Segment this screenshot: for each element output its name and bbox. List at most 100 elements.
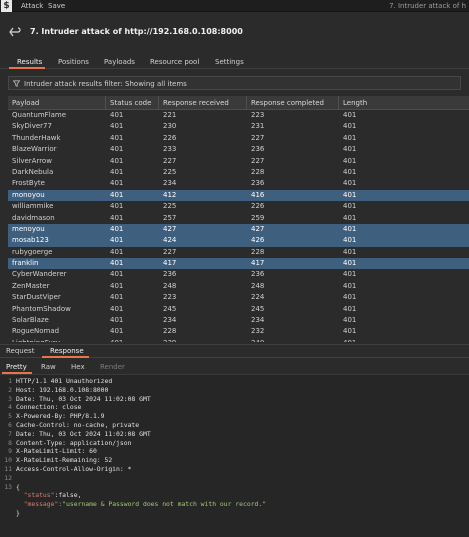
table-row[interactable]: CyberWanderer 401 236 236 401: [8, 269, 469, 280]
cell-payload: franklin: [12, 259, 39, 268]
tab-raw[interactable]: Raw: [41, 363, 56, 371]
table-row[interactable]: ThunderHawk 401 226 227 401: [8, 133, 469, 144]
request-response-tabs: Request Response: [0, 344, 469, 358]
cell-payload: ThunderHawk: [12, 133, 61, 142]
cell-payload: ZenMaster: [12, 281, 50, 290]
cell-response-completed: 228: [251, 167, 265, 176]
tab-payloads[interactable]: Payloads: [104, 58, 135, 66]
cell-status-code: 401: [110, 145, 124, 154]
code-value: application/json: [69, 438, 132, 447]
back-arrow-icon[interactable]: [9, 26, 21, 38]
tab-response[interactable]: Response: [50, 347, 84, 355]
table-row[interactable]: SkyDiver77 401 230 231 401: [8, 121, 469, 132]
code-line: Content-Type: application/json: [16, 439, 469, 448]
code-key: Date:: [16, 394, 40, 403]
column-header-response-completed[interactable]: Response completed: [247, 96, 339, 110]
code-line: X-RateLimit-Limit: 60: [16, 447, 469, 456]
cell-length: 401: [343, 247, 357, 256]
cell-length: 401: [343, 304, 357, 313]
cell-payload: RogueNomad: [12, 327, 60, 336]
tab-hex[interactable]: Hex: [71, 363, 85, 371]
table-row[interactable]: williammike 401 225 226 401: [8, 201, 469, 212]
menu-attack[interactable]: Attack: [21, 2, 43, 10]
line-number: 13: [4, 482, 12, 491]
column-header-length[interactable]: Length: [339, 96, 469, 110]
table-row[interactable]: monoyou 401 412 416 401: [8, 189, 469, 202]
table-row[interactable]: LightningFury401239240401: [8, 338, 469, 342]
table-row[interactable]: menoyou 401 427 427 401: [8, 223, 469, 236]
cell-response-received: 427: [163, 224, 177, 233]
code-key: Access-Control-Allow-Origin:: [16, 464, 128, 473]
code-line: Access-Control-Allow-Origin: *: [16, 465, 469, 474]
table-body: QuantumFlame 401 221 223 401 SkyDiver77 401 230…: [8, 110, 469, 342]
cell-response-completed: 224: [251, 293, 265, 302]
results-filter-bar[interactable]: Intruder attack results filter: Showing …: [8, 76, 461, 90]
code-line: "message":"username & Password does not …: [16, 500, 469, 509]
column-header-response-received[interactable]: Response received: [159, 96, 247, 110]
code-line: Host: 192.168.0.108:8000: [16, 386, 469, 395]
code-value: close: [62, 403, 82, 412]
table-row[interactable]: BlazeWarrior 401 233 236 401: [8, 144, 469, 155]
code-key: Host:: [16, 385, 40, 394]
attack-title: 7. Intruder attack of http://192.168.0.1…: [30, 27, 243, 36]
tab-render[interactable]: Render: [100, 363, 125, 371]
cell-response-completed: 231: [251, 122, 265, 131]
cell-response-received: 236: [163, 270, 177, 279]
line-number: [0, 500, 12, 509]
table-row[interactable]: franklin 401 417 417 401: [8, 258, 469, 270]
cell-length: 401: [343, 145, 357, 154]
cell-response-received: 412: [163, 190, 177, 199]
active-tab-indicator: [9, 67, 45, 69]
table-row[interactable]: PhantomShadow 401 245 245 401: [8, 304, 469, 315]
code-value: :"username & Password does not match wit…: [58, 500, 267, 509]
cell-status-code: 401: [110, 133, 124, 142]
response-body[interactable]: HTTP/1.1 401 Unauthorized Host: 192.168.0…: [16, 377, 469, 518]
table-row[interactable]: QuantumFlame 401 221 223 401: [8, 110, 469, 121]
view-mode-tabs: Pretty Raw Hex Render: [0, 360, 469, 374]
tab-pretty[interactable]: Pretty: [6, 363, 27, 371]
code-line: Connection: close: [16, 403, 469, 412]
code-key: Connection:: [16, 403, 63, 412]
table-row[interactable]: ZenMaster 401 248 248 401: [8, 281, 469, 292]
table-row[interactable]: FrostByte 401 234 236 401: [8, 178, 469, 189]
cell-payload: mosab123: [12, 236, 49, 245]
tab-results[interactable]: Results: [17, 58, 42, 66]
cell-response-completed: 226: [251, 202, 265, 211]
menu-save[interactable]: Save: [48, 2, 65, 10]
table-row[interactable]: RogueNomad 401 228 232 401: [8, 326, 469, 337]
cell-response-received: 233: [163, 145, 177, 154]
cell-length: 401: [343, 327, 357, 336]
code-line: HTTP/1.1 401 Unauthorized: [16, 377, 469, 386]
cell-status-code: 401: [110, 167, 124, 176]
cell-response-completed: 223: [251, 111, 265, 119]
tab-resource-pool[interactable]: Resource pool: [150, 58, 199, 66]
table-row[interactable]: davidmason 401 257 259 401: [8, 213, 469, 224]
table-row[interactable]: DarkNebula 401 225 228 401: [8, 167, 469, 178]
cell-payload: williammike: [12, 202, 54, 211]
tab-positions[interactable]: Positions: [58, 58, 89, 66]
table-row[interactable]: SolarBlaze 401 234 234 401: [8, 315, 469, 326]
menu-bar: $ Attack Save 7. Intruder attack of h: [0, 0, 469, 12]
cell-payload: FrostByte: [12, 179, 45, 188]
response-editor[interactable]: 1 2 3 4 5 6 7 8 9 10 11 12 13 HTTP/1.1 401 Unauthori…: [0, 374, 469, 537]
cell-response-received: 424: [163, 236, 177, 245]
table-row[interactable]: SilverArrow 401 227 227 401: [8, 156, 469, 167]
line-number: 12: [4, 473, 12, 482]
cell-status-code: 401: [110, 190, 124, 199]
code-line: }: [16, 509, 469, 518]
code-line: "status":false,: [16, 491, 469, 500]
table-row[interactable]: mosab123 401 424 426 401: [8, 235, 469, 247]
cell-response-completed: 236: [251, 270, 265, 279]
tab-request[interactable]: Request: [6, 347, 34, 355]
code-line: {: [16, 483, 469, 492]
table-row[interactable]: rubygoerge 401 227 228 401: [8, 247, 469, 258]
column-header-payload[interactable]: Payload: [8, 96, 106, 110]
column-header-status-code[interactable]: Status code: [106, 96, 159, 110]
table-row[interactable]: StarDustViper 401 223 224 401: [8, 292, 469, 303]
tab-settings[interactable]: Settings: [215, 58, 244, 66]
code-value: 52: [104, 456, 113, 465]
code-value: :false,: [54, 491, 82, 500]
cell-response-received: 225: [163, 167, 177, 176]
cell-status-code: 401: [110, 122, 124, 131]
